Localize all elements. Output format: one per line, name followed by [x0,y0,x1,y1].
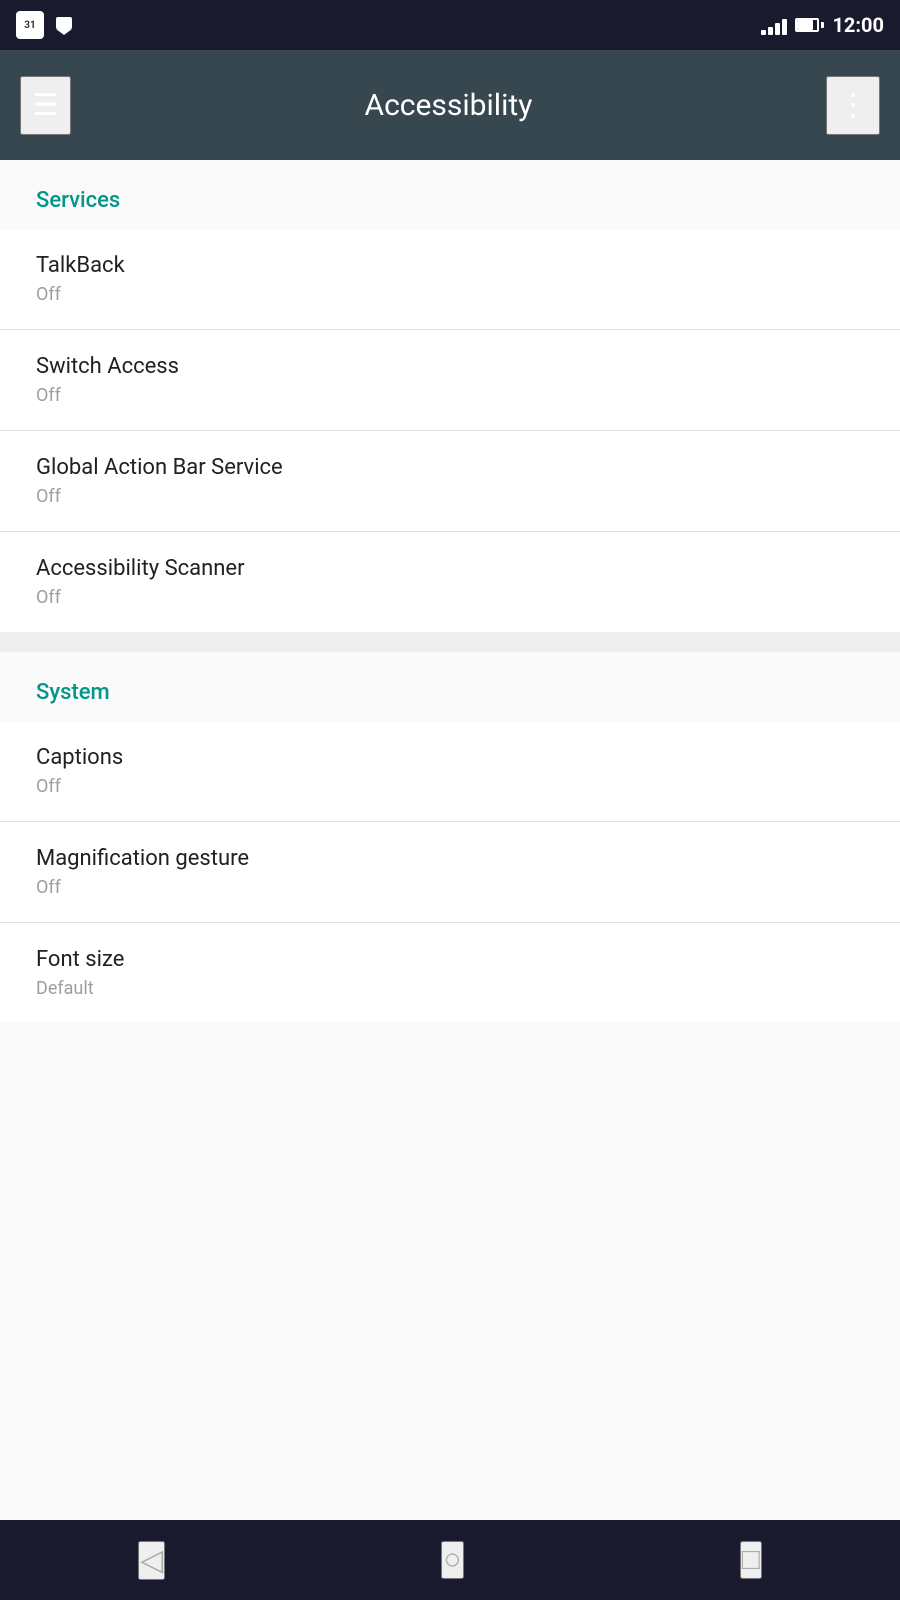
talkback-subtitle: Off [36,284,864,305]
calendar-icon: 31 [16,11,44,39]
captions-title: Captions [36,745,864,770]
services-section-header: Services [0,160,900,229]
font-size-item[interactable]: Font size Default [0,923,900,1023]
captions-subtitle: Off [36,776,864,797]
section-spacer [0,632,900,652]
app-bar: ☰ Accessibility ⋮ [0,50,900,160]
more-options-button[interactable]: ⋮ [826,76,880,135]
recents-button[interactable]: □ [740,1541,762,1579]
accessibility-scanner-subtitle: Off [36,587,864,608]
magnification-gesture-subtitle: Off [36,877,864,898]
magnification-gesture-item[interactable]: Magnification gesture Off [0,822,900,923]
font-size-subtitle: Default [36,978,864,999]
calendar-date: 31 [24,20,35,31]
menu-button[interactable]: ☰ [20,76,71,135]
signal-icon [761,15,787,35]
system-label: System [36,680,110,705]
font-size-title: Font size [36,947,864,972]
global-action-bar-subtitle: Off [36,486,864,507]
page-title: Accessibility [365,88,533,123]
system-section: System Captions Off Magnification gestur… [0,652,900,1023]
accessibility-scanner-title: Accessibility Scanner [36,556,864,581]
switch-access-item[interactable]: Switch Access Off [0,330,900,431]
switch-access-subtitle: Off [36,385,864,406]
accessibility-scanner-item[interactable]: Accessibility Scanner Off [0,532,900,632]
talkback-item[interactable]: TalkBack Off [0,229,900,330]
magnification-gesture-title: Magnification gesture [36,846,864,871]
home-button[interactable]: ○ [441,1541,463,1579]
content-area: Services TalkBack Off Switch Access Off … [0,160,900,1520]
talkback-title: TalkBack [36,253,864,278]
nav-bar: ◁ ○ □ [0,1520,900,1600]
back-button[interactable]: ◁ [138,1541,165,1580]
services-label: Services [36,188,120,213]
switch-access-title: Switch Access [36,354,864,379]
global-action-bar-title: Global Action Bar Service [36,455,864,480]
notification-icon [52,13,76,37]
status-bar-right: 12:00 [761,13,884,37]
status-time: 12:00 [832,13,884,37]
battery-icon [795,18,824,32]
services-section: Services TalkBack Off Switch Access Off … [0,160,900,632]
status-bar-left: 31 [16,11,76,39]
global-action-bar-item[interactable]: Global Action Bar Service Off [0,431,900,532]
status-bar: 31 12:00 [0,0,900,50]
captions-item[interactable]: Captions Off [0,721,900,822]
system-section-header: System [0,652,900,721]
